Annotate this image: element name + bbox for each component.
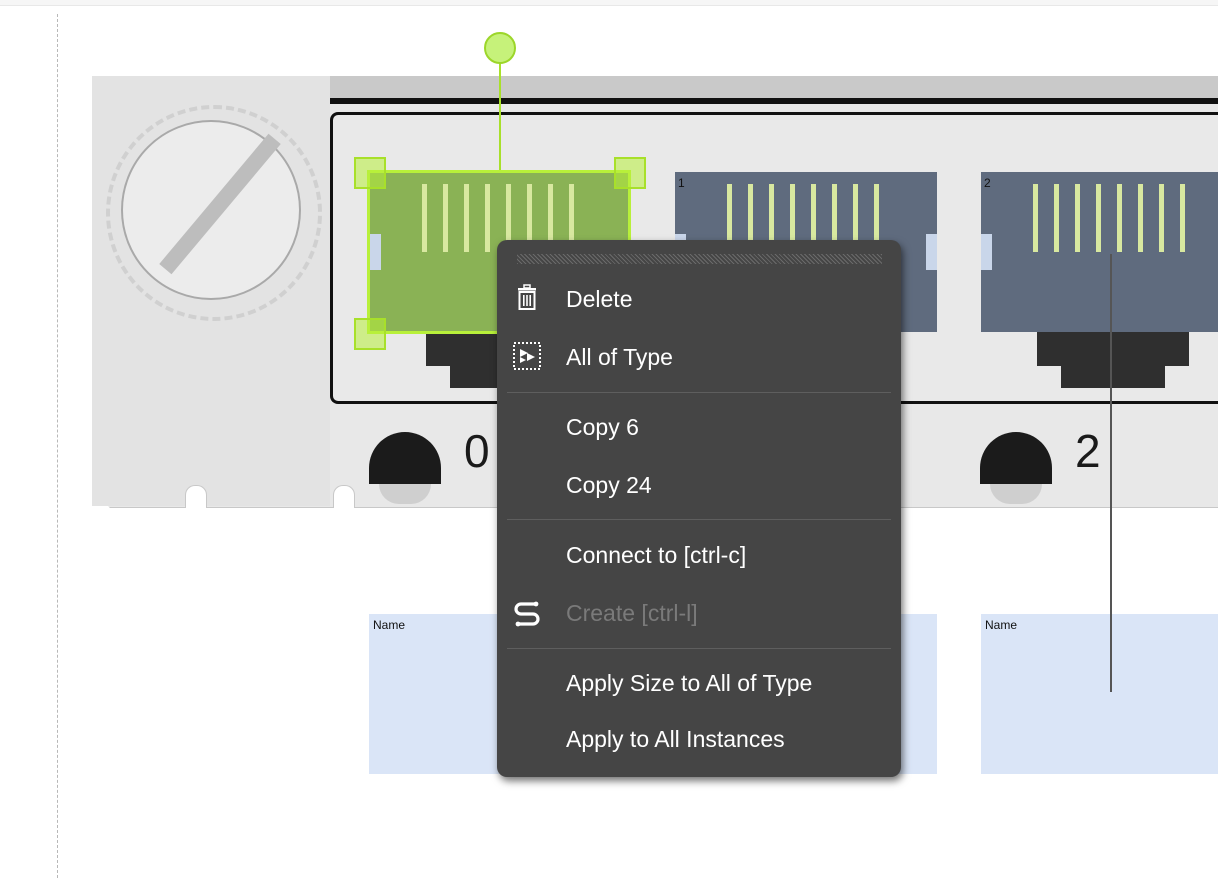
- port-number: 1: [678, 176, 685, 190]
- menu-item-all-of-type[interactable]: All of Type: [497, 334, 901, 378]
- rj45-port-2[interactable]: 2: [981, 172, 1218, 388]
- select-all-icon: [513, 342, 541, 370]
- resize-handle-top-left[interactable]: [354, 157, 386, 189]
- connection-line: [1110, 254, 1112, 692]
- menu-item-label: Copy 6: [566, 414, 639, 440]
- menu-item-copy-6[interactable]: Copy 6: [497, 404, 901, 448]
- menu-item-label: Delete: [566, 286, 633, 312]
- menu-item-label: All of Type: [566, 344, 673, 370]
- menu-item-label: Create [ctrl-l]: [566, 600, 698, 626]
- rotation-handle[interactable]: [484, 32, 516, 64]
- menu-separator: [507, 648, 891, 649]
- menu-separator: [507, 392, 891, 393]
- port-plug: [1037, 332, 1189, 366]
- port-label-2: 2: [1075, 425, 1101, 477]
- port-plug: [1061, 366, 1165, 388]
- menu-item-apply-size-all-of-type[interactable]: Apply Size to All of Type: [497, 660, 901, 704]
- menu-item-apply-all-instances[interactable]: Apply to All Instances: [497, 716, 901, 760]
- name-box[interactable]: Name: [981, 614, 1218, 774]
- resize-handle-top-right[interactable]: [614, 157, 646, 189]
- menu-drag-grip[interactable]: [517, 254, 882, 264]
- left-guide-line: [57, 14, 58, 878]
- knob-slot: [159, 133, 281, 275]
- panel-notch: [185, 485, 207, 508]
- port-pins: [1033, 184, 1185, 252]
- resize-handle-bottom-left[interactable]: [354, 318, 386, 350]
- panel-notch: [333, 485, 355, 508]
- link-icon: [514, 601, 540, 627]
- port-tab: [926, 234, 937, 270]
- rotation-stem: [499, 63, 501, 171]
- context-menu: Delete All of Type Copy 6 Copy 24 Connec…: [497, 240, 901, 777]
- menu-item-delete[interactable]: Delete: [497, 276, 901, 320]
- menu-item-connect-to[interactable]: Connect to [ctrl-c]: [497, 532, 901, 576]
- menu-item-label: Apply Size to All of Type: [566, 670, 813, 696]
- menu-item-label: Connect to [ctrl-c]: [566, 542, 747, 568]
- menu-item-label: Apply to All Instances: [566, 726, 785, 752]
- menu-separator: [507, 519, 891, 520]
- led-indicator: [369, 432, 441, 504]
- port-tab: [981, 234, 992, 270]
- canvas-top-border: [0, 0, 1218, 6]
- panel-top-strip: [330, 76, 1218, 104]
- name-box-label: Name: [985, 618, 1018, 632]
- menu-item-label: Copy 24: [566, 472, 652, 498]
- led-indicator: [980, 432, 1052, 504]
- trash-icon: [518, 284, 536, 310]
- menu-item-copy-24[interactable]: Copy 24: [497, 462, 901, 506]
- port-number: 2: [984, 176, 991, 190]
- menu-item-create: Create [ctrl-l]: [497, 590, 901, 634]
- name-box-label: Name: [373, 618, 406, 632]
- port-label-0: 0: [464, 425, 490, 477]
- screw-knob-icon: [121, 120, 301, 300]
